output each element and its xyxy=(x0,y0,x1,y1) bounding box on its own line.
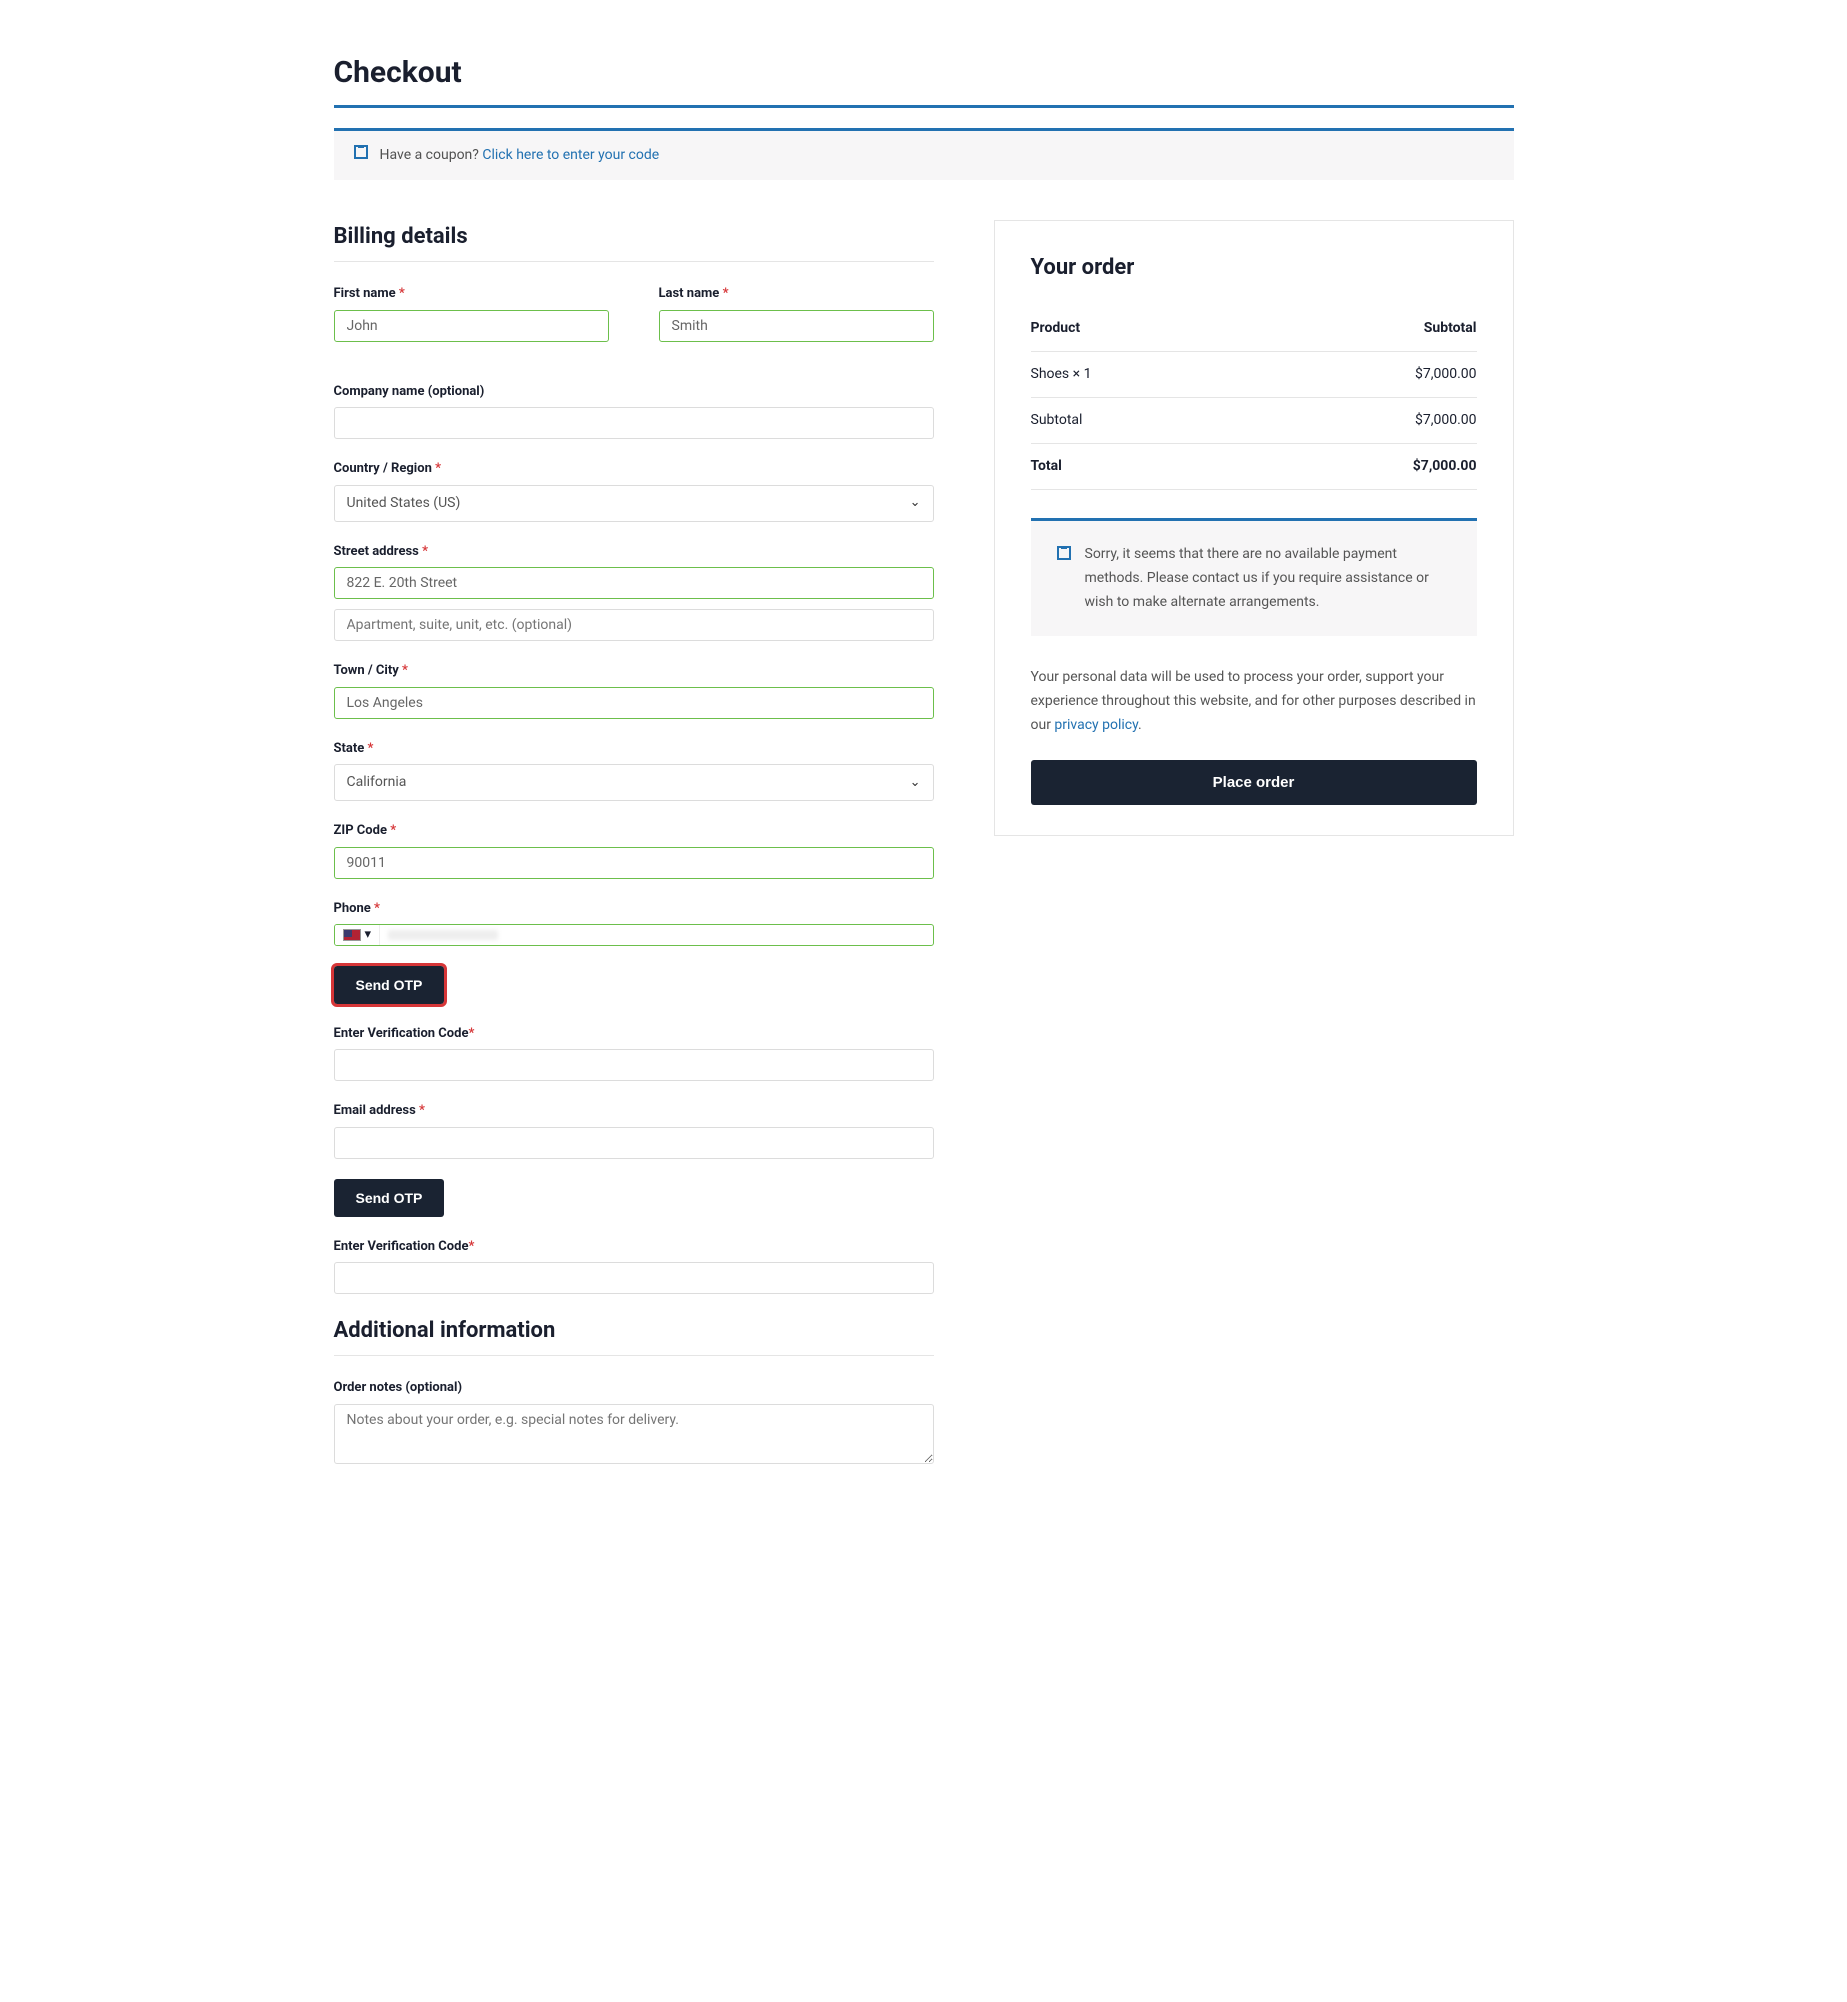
state-select[interactable]: California ⌄ xyxy=(334,764,934,801)
coupon-icon xyxy=(354,145,368,166)
order-notes-input[interactable] xyxy=(334,1404,934,1464)
line-item-name: Shoes × 1 xyxy=(1031,352,1249,398)
coupon-prefix: Have a coupon? xyxy=(380,147,483,163)
line-item-price: $7,000.00 xyxy=(1249,352,1477,398)
coupon-notice: Have a coupon? Click here to enter your … xyxy=(334,128,1514,180)
zip-input[interactable] xyxy=(334,847,934,879)
phone-country-selector[interactable]: ▾ xyxy=(335,925,381,945)
chevron-down-icon: ⌄ xyxy=(910,493,921,513)
order-heading: Your order xyxy=(1031,251,1477,284)
subtotal-value: $7,000.00 xyxy=(1249,398,1477,444)
city-input[interactable] xyxy=(334,687,934,719)
last-name-input[interactable] xyxy=(659,310,934,342)
billing-heading: Billing details xyxy=(334,220,934,262)
line-item-row: Shoes × 1 $7,000.00 xyxy=(1031,352,1477,398)
email-verify-label: Enter Verification Code* xyxy=(334,1237,934,1257)
street-label: Street address * xyxy=(334,542,934,562)
email-input[interactable] xyxy=(334,1127,934,1159)
notice-text: Sorry, it seems that there are no availa… xyxy=(1085,543,1451,614)
order-summary: Your order Product Subtotal Shoes × 1 $7… xyxy=(994,220,1514,836)
first-name-input[interactable] xyxy=(334,310,609,342)
state-value: California xyxy=(347,772,407,793)
no-payment-methods-notice: Sorry, it seems that there are no availa… xyxy=(1031,518,1477,636)
subtotal-row: Subtotal $7,000.00 xyxy=(1031,398,1477,444)
email-verify-input[interactable] xyxy=(334,1262,934,1294)
phone-verify-input[interactable] xyxy=(334,1049,934,1081)
zip-label: ZIP Code * xyxy=(334,821,934,841)
street2-input[interactable] xyxy=(334,609,934,641)
send-otp-email-button[interactable]: Send OTP xyxy=(334,1179,445,1217)
page-title: Checkout xyxy=(334,50,1514,108)
country-select[interactable]: United States (US) ⌄ xyxy=(334,485,934,522)
phone-label: Phone * xyxy=(334,899,934,919)
additional-heading: Additional information xyxy=(334,1314,934,1356)
total-label: Total xyxy=(1031,444,1249,490)
subtotal-label: Subtotal xyxy=(1031,398,1249,444)
total-value: $7,000.00 xyxy=(1249,444,1477,490)
chevron-down-icon: ⌄ xyxy=(910,773,921,793)
first-name-label: First name * xyxy=(334,284,609,304)
last-name-label: Last name * xyxy=(659,284,934,304)
caret-down-icon: ▾ xyxy=(365,925,372,945)
country-label: Country / Region * xyxy=(334,459,934,479)
us-flag-icon xyxy=(343,929,361,941)
total-row: Total $7,000.00 xyxy=(1031,444,1477,490)
order-table: Product Subtotal Shoes × 1 $7,000.00 Sub… xyxy=(1031,306,1477,490)
privacy-policy-link[interactable]: privacy policy xyxy=(1054,717,1138,733)
info-icon xyxy=(1057,545,1071,614)
phone-input-group: ▾ xyxy=(334,924,934,946)
col-product: Product xyxy=(1031,306,1249,352)
company-label: Company name (optional) xyxy=(334,382,934,402)
send-otp-phone-button[interactable]: Send OTP xyxy=(334,966,445,1004)
country-value: United States (US) xyxy=(347,493,461,514)
order-notes-label: Order notes (optional) xyxy=(334,1378,934,1398)
place-order-button[interactable]: Place order xyxy=(1031,760,1477,805)
billing-column: Billing details First name * Last name *… xyxy=(334,220,934,1471)
city-label: Town / City * xyxy=(334,661,934,681)
email-label: Email address * xyxy=(334,1101,934,1121)
phone-input[interactable] xyxy=(380,925,932,945)
phone-verify-label: Enter Verification Code* xyxy=(334,1024,934,1044)
col-subtotal: Subtotal xyxy=(1249,306,1477,352)
privacy-note: Your personal data will be used to proce… xyxy=(1031,666,1477,737)
company-input[interactable] xyxy=(334,407,934,439)
coupon-link[interactable]: Click here to enter your code xyxy=(482,147,659,163)
state-label: State * xyxy=(334,739,934,759)
street1-input[interactable] xyxy=(334,567,934,599)
